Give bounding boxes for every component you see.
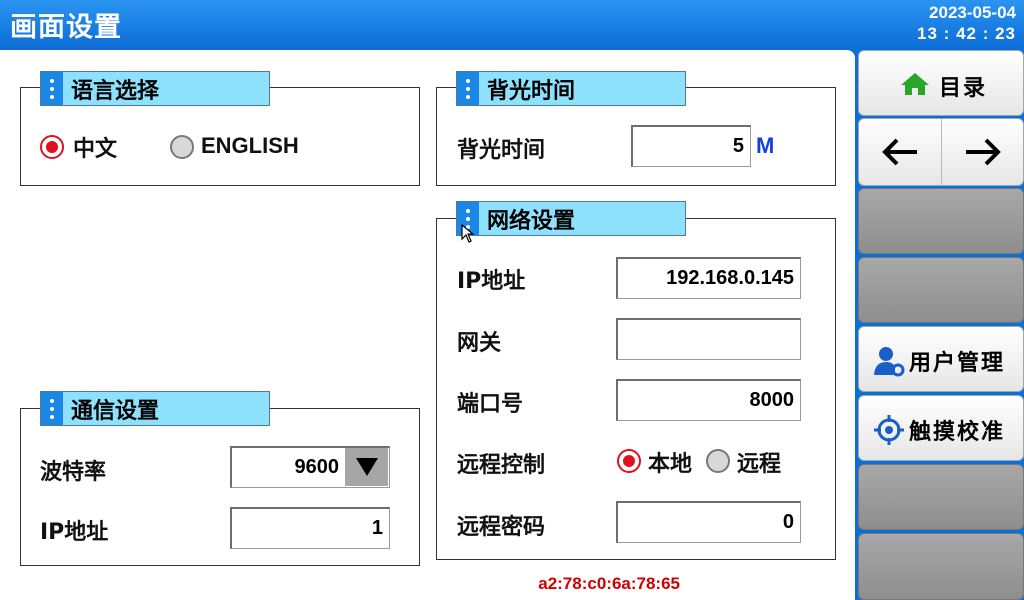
baud-rate-label: 波特率 bbox=[40, 460, 107, 485]
network-group-header: 网络设置 bbox=[456, 201, 686, 236]
backlight-input[interactable]: 5 bbox=[631, 125, 751, 167]
forward-button[interactable] bbox=[942, 119, 1024, 185]
nav-button-group bbox=[858, 118, 1024, 186]
user-management-label: 用户管理 bbox=[909, 351, 1006, 376]
comm-group-header: 通信设置 bbox=[40, 391, 270, 426]
comm-ip-label: IP地址 bbox=[40, 520, 109, 545]
mac-address: a2:78:c0:6a:78:65 bbox=[538, 574, 680, 593]
backlight-unit: M bbox=[756, 133, 775, 158]
gateway-input[interactable] bbox=[616, 318, 801, 360]
main-panel: 语言选择 中文 ENGLISH 背光时间 背光时间 5 M 网络设置 IP地址 … bbox=[0, 50, 855, 600]
radio-chinese-label[interactable]: 中文 bbox=[73, 131, 117, 163]
touch-calibration-label: 触摸校准 bbox=[909, 420, 1006, 445]
arrow-left-icon bbox=[882, 138, 917, 166]
grip-icon bbox=[41, 72, 63, 105]
radio-local[interactable] bbox=[617, 449, 641, 473]
user-settings-icon bbox=[874, 347, 905, 377]
grip-icon bbox=[457, 72, 479, 105]
mouse-cursor-icon bbox=[461, 224, 475, 243]
back-button[interactable] bbox=[859, 119, 942, 185]
port-label: 端口号 bbox=[457, 392, 524, 417]
empty-button-2 bbox=[858, 257, 1024, 323]
touch-calibration-button[interactable]: 触摸校准 bbox=[858, 395, 1024, 461]
menu-button[interactable]: 目录 bbox=[858, 50, 1024, 116]
radio-chinese[interactable] bbox=[40, 135, 64, 159]
radio-local-label[interactable]: 本地 bbox=[648, 446, 692, 478]
title-bar: 画面设置 2023-05-04 13 : 42 : 23 bbox=[0, 0, 1024, 46]
radio-remote-label[interactable]: 远程 bbox=[737, 446, 781, 478]
language-group-header: 语言选择 bbox=[40, 71, 270, 106]
radio-remote[interactable] bbox=[706, 449, 730, 473]
remote-password-label: 远程密码 bbox=[457, 515, 546, 540]
comm-ip-input[interactable]: 1 bbox=[230, 507, 390, 549]
time-display: 13 : 42 : 23 bbox=[917, 24, 1016, 43]
baud-rate-value: 9600 bbox=[294, 456, 340, 478]
empty-button-3 bbox=[858, 464, 1024, 530]
crosshair-icon bbox=[874, 415, 904, 445]
port-input[interactable]: 8000 bbox=[616, 379, 801, 421]
network-ip-input[interactable]: 192.168.0.145 bbox=[616, 257, 801, 299]
backlight-group-title: 背光时间 bbox=[487, 78, 576, 104]
radio-english[interactable] bbox=[170, 135, 194, 159]
network-ip-label: IP地址 bbox=[457, 269, 526, 294]
comm-group-title: 通信设置 bbox=[71, 398, 160, 424]
empty-button-4 bbox=[858, 533, 1024, 600]
remote-password-input[interactable]: 0 bbox=[616, 501, 801, 543]
home-icon bbox=[901, 73, 929, 95]
arrow-right-icon bbox=[966, 138, 1001, 166]
radio-english-label[interactable]: ENGLISH bbox=[201, 133, 299, 159]
dropdown-arrow-icon[interactable] bbox=[345, 448, 388, 486]
grip-icon bbox=[41, 392, 63, 425]
remote-control-label: 远程控制 bbox=[457, 453, 546, 478]
backlight-label: 背光时间 bbox=[457, 138, 546, 163]
date-display: 2023-05-04 bbox=[929, 3, 1016, 22]
menu-button-label: 目录 bbox=[939, 76, 988, 101]
user-management-button[interactable]: 用户管理 bbox=[858, 326, 1024, 392]
language-group-title: 语言选择 bbox=[71, 78, 160, 104]
backlight-group-header: 背光时间 bbox=[456, 71, 686, 106]
network-group-title: 网络设置 bbox=[487, 208, 576, 234]
page-title: 画面设置 bbox=[10, 12, 122, 43]
empty-button-1 bbox=[858, 188, 1024, 254]
gateway-label: 网关 bbox=[457, 331, 502, 356]
